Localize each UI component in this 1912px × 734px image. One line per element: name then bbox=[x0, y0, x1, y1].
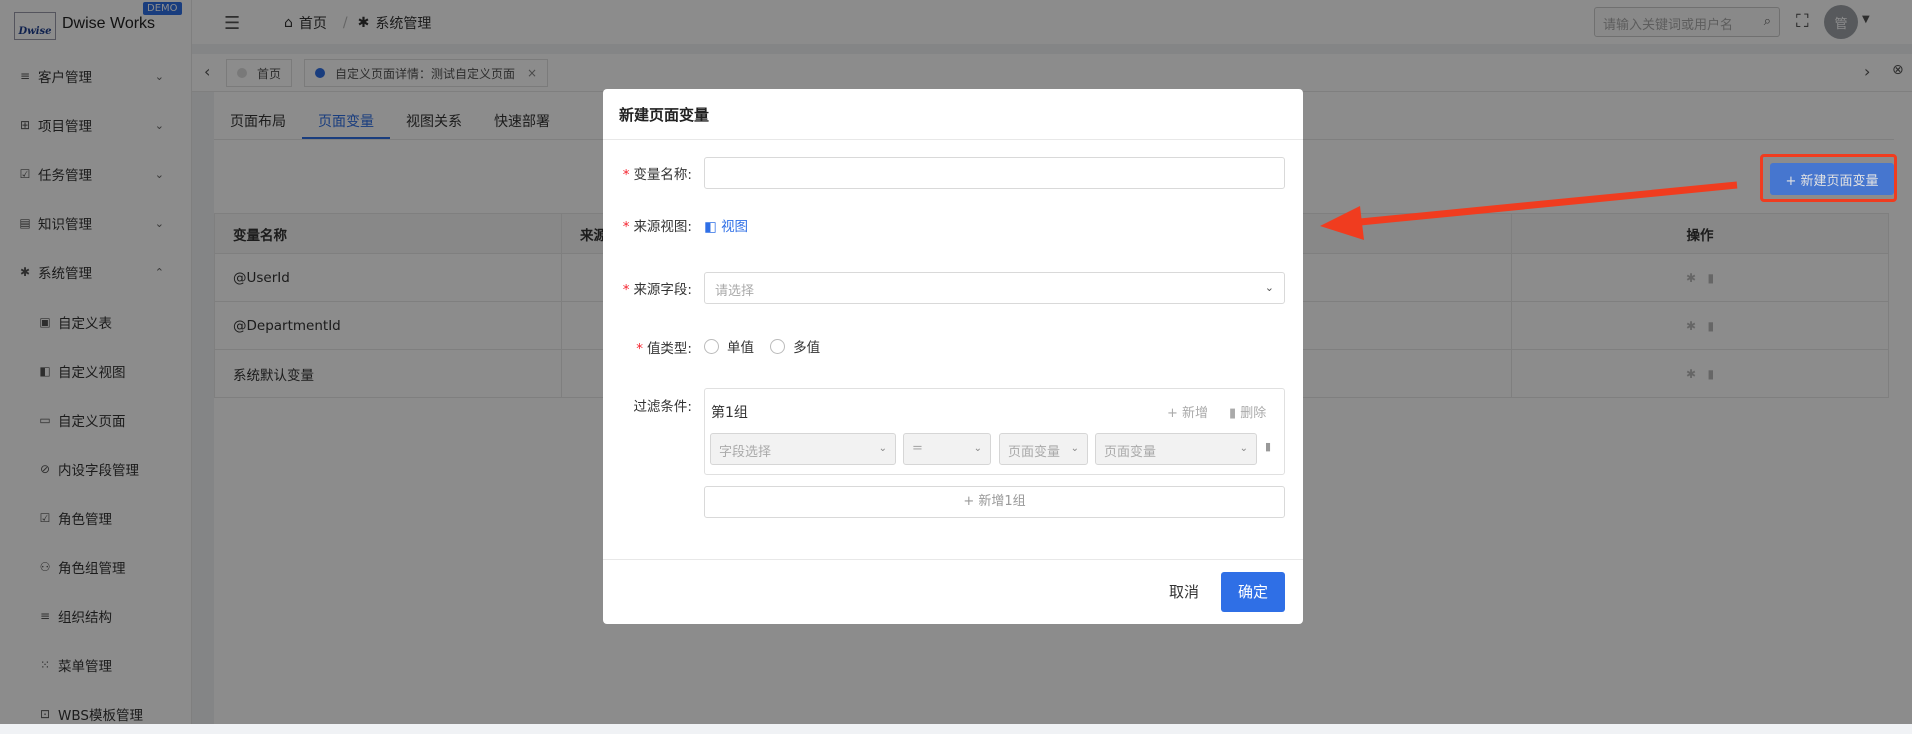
arrow-shaft bbox=[1359, 181, 1738, 226]
var-name-row: * 变量名称: bbox=[603, 157, 1303, 189]
var-name-label: * 变量名称: bbox=[603, 163, 692, 183]
trash-icon: ▮ bbox=[1229, 406, 1237, 421]
operator-select[interactable]: = ⌄ bbox=[903, 433, 991, 465]
filter-label: 过滤条件: bbox=[633, 399, 692, 415]
source-field-label: * 来源字段: bbox=[603, 278, 692, 298]
source-view-row: * 来源视图: ◧ 视图 bbox=[603, 213, 1303, 237]
radio-label: 单值 bbox=[727, 340, 754, 357]
source-field-select[interactable]: 请选择 ⌄ bbox=[704, 272, 1285, 304]
label-text: 值类型: bbox=[646, 341, 692, 357]
field-select[interactable]: 字段选择 ⌄ bbox=[710, 433, 896, 465]
radio-label: 多值 bbox=[793, 340, 821, 357]
select-value: 字段选择 bbox=[719, 445, 772, 460]
chevron-down-icon: ⌄ bbox=[878, 443, 887, 454]
value-type-radios: 单值 多值 bbox=[704, 336, 832, 358]
required-mark: * bbox=[622, 219, 630, 235]
required-mark: * bbox=[636, 341, 643, 357]
chevron-down-icon: ⌄ bbox=[973, 443, 982, 454]
page-variable-select[interactable]: 页面变量 ⌄ bbox=[1095, 433, 1257, 465]
var-name-input[interactable] bbox=[704, 157, 1285, 189]
new-variable-dialog: 新建页面变量 * 变量名称: * 来源视图: ◧ 视图 * 来源字段: 请选择 ⌄ * 值… bbox=[603, 89, 1303, 624]
value-type-row: * 值类型: 单值 多值 bbox=[603, 335, 1303, 359]
label-text: 来源字段: bbox=[633, 282, 692, 298]
group-delete-label: 删除 bbox=[1240, 406, 1267, 421]
radio-circle bbox=[770, 338, 786, 354]
chevron-down-icon: ⌄ bbox=[1239, 443, 1248, 454]
add-group-button[interactable]: + 新增1组 bbox=[704, 486, 1285, 518]
view-icon: ◧ bbox=[704, 219, 717, 235]
label-text: 变量名称: bbox=[633, 167, 692, 183]
group-name: 第1组 bbox=[711, 405, 748, 421]
required-mark: * bbox=[622, 167, 630, 183]
select-value: 页面变量 bbox=[1008, 445, 1061, 460]
value-type-label: * 值类型: bbox=[603, 337, 692, 357]
value-source-select[interactable]: 页面变量 ⌄ bbox=[999, 433, 1088, 465]
group-delete-button[interactable]: ▮ 删除 bbox=[1229, 402, 1266, 421]
radio-multi[interactable]: 多值 bbox=[770, 336, 820, 356]
source-view-label: * 来源视图: bbox=[603, 215, 692, 235]
confirm-button[interactable]: 确定 bbox=[1221, 572, 1285, 612]
filter-group: 第1组 + 新增 ▮ 删除 字段选择 ⌄ = ⌄ 页面变量 ⌄ 页面变量 ⌄ ▮ bbox=[704, 388, 1285, 475]
dialog-footer: 取消 确定 bbox=[603, 559, 1303, 624]
source-view-link[interactable]: ◧ 视图 bbox=[704, 215, 748, 235]
select-value: = bbox=[912, 441, 923, 456]
required-mark: * bbox=[622, 282, 630, 298]
group-add-button[interactable]: + 新增 bbox=[1167, 402, 1208, 421]
source-field-row: * 来源字段: 请选择 ⌄ bbox=[603, 272, 1303, 304]
radio-single[interactable]: 单值 bbox=[704, 336, 754, 356]
select-value: 页面变量 bbox=[1104, 445, 1157, 460]
chevron-down-icon: ⌄ bbox=[1264, 281, 1274, 294]
arrow-head bbox=[1320, 206, 1364, 240]
trash-icon[interactable]: ▮ bbox=[1265, 440, 1271, 453]
dialog-title: 新建页面变量 bbox=[603, 89, 1303, 140]
source-view-value: 视图 bbox=[721, 219, 749, 235]
chevron-down-icon: ⌄ bbox=[1070, 443, 1079, 454]
radio-circle bbox=[704, 338, 719, 354]
select-placeholder: 请选择 bbox=[715, 284, 755, 299]
cancel-button[interactable]: 取消 bbox=[1159, 572, 1209, 612]
label-text: 来源视图: bbox=[633, 219, 692, 235]
